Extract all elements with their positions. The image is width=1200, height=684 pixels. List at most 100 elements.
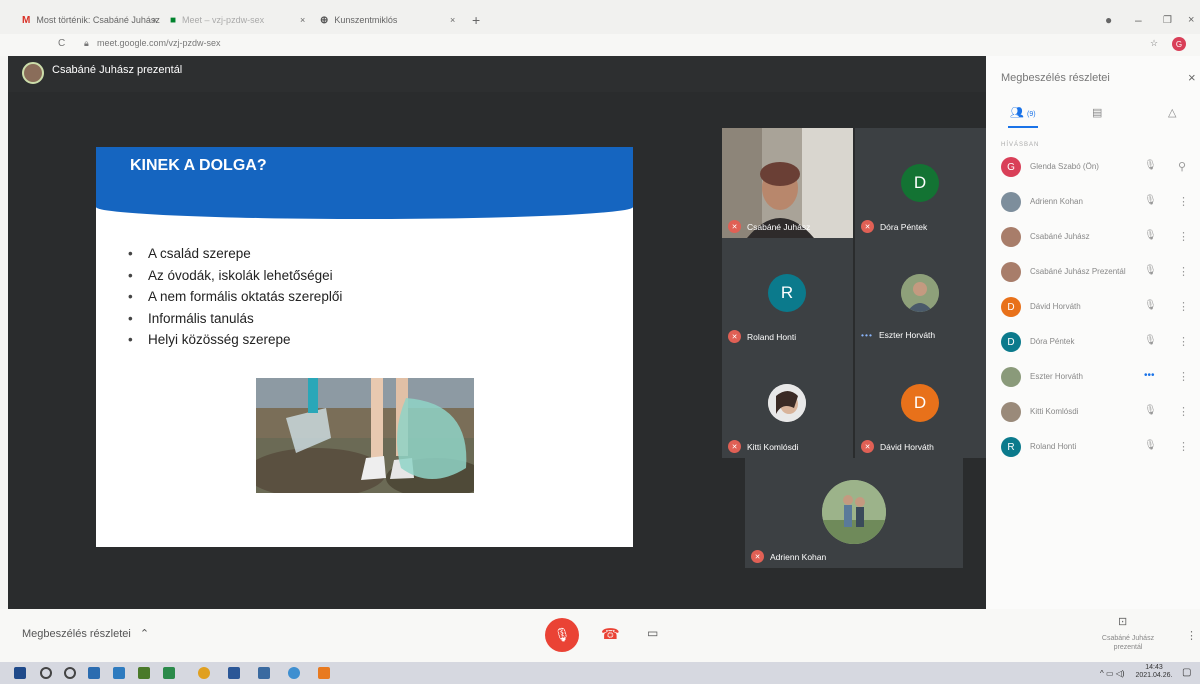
mic-off-icon: 🎙︎ xyxy=(1144,405,1157,416)
close-icon[interactable]: × xyxy=(1188,70,1196,85)
participant-tile[interactable]: ✕ Adrienn Kohan xyxy=(745,458,963,568)
slide-bullet: Helyi közösség szerepe xyxy=(128,329,342,351)
present-icon[interactable]: ⊡ xyxy=(1118,615,1127,628)
notifications-icon[interactable]: ▢ xyxy=(1182,667,1191,678)
profile-avatar[interactable]: G xyxy=(1172,37,1186,51)
slide-bullet: A család szerepe xyxy=(128,243,342,265)
app-icon[interactable] xyxy=(113,667,125,679)
tab-label: Meet – vzj-pzdw-sex xyxy=(182,15,265,25)
participant-photo xyxy=(768,384,806,422)
tray-icons[interactable]: ^ ▭ ◁) xyxy=(1100,669,1125,678)
mic-off-icon: 🎙︎ xyxy=(1144,195,1157,206)
tile-name: ✕ Kitti Komlósdi xyxy=(728,440,799,453)
mic-off-icon: ✕ xyxy=(728,330,741,343)
more-options-icon[interactable]: ⋮ xyxy=(1178,370,1189,383)
app-icon[interactable] xyxy=(258,667,270,679)
url-text[interactable]: meet.google.com/vzj-pzdw-sex xyxy=(97,38,221,48)
participant-tile[interactable]: ✕ Kitti Komlósdi xyxy=(722,348,853,458)
close-icon[interactable]: × xyxy=(300,10,305,30)
participant-name: Kitti Komlósdi xyxy=(1030,407,1079,416)
slide-title: KINEK A DOLGA? xyxy=(130,157,267,174)
more-options-icon[interactable]: ⋮ xyxy=(1178,440,1189,453)
tile-name: ✕ Csabáné Juhász xyxy=(728,220,810,233)
tab-meet[interactable]: ■ Meet – vzj-pzdw-sex xyxy=(170,10,264,30)
meeting-details-toggle[interactable]: Megbeszélés részletei ⌃ xyxy=(22,627,149,640)
more-options-icon[interactable]: ⋮ xyxy=(1186,629,1197,642)
participant-name: Glenda Szabó (Ön) xyxy=(1030,162,1099,171)
mic-off-icon: 🎙︎ xyxy=(1144,160,1157,171)
more-options-icon[interactable]: ⋮ xyxy=(1178,300,1189,313)
more-options-icon[interactable]: ⋮ xyxy=(1178,335,1189,348)
cortana-icon[interactable] xyxy=(64,667,76,679)
speaking-icon: ••• xyxy=(1144,370,1155,381)
mic-off-icon: 🎙︎ xyxy=(1144,440,1157,451)
app-icon[interactable] xyxy=(88,667,100,679)
new-tab-icon[interactable]: + xyxy=(472,10,480,30)
camera-icon[interactable]: ▭ xyxy=(647,626,658,640)
tab-indicator xyxy=(1008,126,1038,128)
reload-icon[interactable]: C xyxy=(58,38,65,49)
participant-avatar xyxy=(1001,192,1021,212)
star-icon[interactable]: ☆ xyxy=(1150,38,1158,49)
slide-bullet: A nem formális oktatás szereplői xyxy=(128,286,342,308)
participant-avatar xyxy=(1001,367,1021,387)
more-options-icon[interactable]: ⋮ xyxy=(1178,405,1189,418)
participant-tile[interactable]: R ✕ Roland Honti xyxy=(722,238,853,348)
browser-tab-bar: M Most történik: Csabáné Juhász × ■ Meet… xyxy=(0,0,1200,34)
start-icon[interactable] xyxy=(14,667,26,679)
participant-tile[interactable]: ••• Eszter Horváth xyxy=(855,238,986,348)
slide-photo xyxy=(256,378,474,493)
edge-icon[interactable] xyxy=(288,667,300,679)
tab-label: Most történik: Csabáné Juhász xyxy=(36,15,160,25)
mic-off-icon: 🎙︎ xyxy=(1144,230,1157,241)
close-icon[interactable]: × xyxy=(152,10,157,30)
tile-name: ✕ Dóra Péntek xyxy=(861,220,927,233)
word-icon[interactable] xyxy=(228,667,240,679)
tile-name: ✕ Roland Honti xyxy=(728,330,796,343)
restore-icon[interactable]: ❐ xyxy=(1163,10,1172,30)
chrome-icon[interactable] xyxy=(198,667,210,679)
participant-avatar: D xyxy=(901,164,939,202)
chat-icon[interactable]: ▤ xyxy=(1092,106,1102,119)
leave-call-icon[interactable]: ☎︎ xyxy=(601,625,620,643)
participant-avatar xyxy=(1001,227,1021,247)
more-options-icon[interactable]: ⋮ xyxy=(1178,195,1189,208)
meet-icon: ■ xyxy=(170,14,177,26)
gmail-icon: M xyxy=(22,14,31,26)
mic-off-icon: 🎙︎ xyxy=(1144,335,1157,346)
slide-bullet: Az óvodák, iskolák lehetőségei xyxy=(128,265,342,287)
more-options-icon[interactable]: ⋮ xyxy=(1178,230,1189,243)
mic-off-icon: ✕ xyxy=(728,220,741,233)
participant-tile[interactable]: D ✕ Dávid Horváth xyxy=(855,348,986,458)
activities-icon[interactable]: △ xyxy=(1168,106,1176,119)
search-icon[interactable] xyxy=(40,667,52,679)
tab-people[interactable]: 👥︎ (9) xyxy=(1010,106,1036,119)
app-icon[interactable] xyxy=(138,667,150,679)
window-close-icon[interactable]: × xyxy=(1188,10,1194,30)
meeting-details-panel: Megbeszélés részletei × 👥︎ (9) ▤ △ HÍVÁS… xyxy=(986,56,1200,609)
slide-bullet: Informális tanulás xyxy=(128,308,342,330)
participant-avatar xyxy=(1001,262,1021,282)
more-options-icon[interactable]: ⋮ xyxy=(1178,265,1189,278)
taskbar xyxy=(0,662,1200,684)
app-icon[interactable] xyxy=(318,667,330,679)
participant-name: Csabáné Juhász xyxy=(1030,232,1090,241)
clock[interactable]: 14:43 2021.04.26. xyxy=(1134,664,1174,680)
minimize-icon[interactable]: – xyxy=(1135,10,1142,30)
people-icon: 👥︎ xyxy=(1010,107,1024,119)
mic-toggle-button[interactable]: 🎙︎ xyxy=(545,618,579,652)
globe-icon: ⊕ xyxy=(320,14,329,26)
participant-avatar: R xyxy=(1001,437,1021,457)
participant-avatar xyxy=(1001,402,1021,422)
participant-tile[interactable]: D ✕ Dóra Péntek xyxy=(855,128,986,238)
app-icon[interactable] xyxy=(163,667,175,679)
participant-avatar: D xyxy=(1001,332,1021,352)
participant-tile[interactable]: ✕ Csabáné Juhász xyxy=(722,128,853,238)
close-icon[interactable]: × xyxy=(450,10,455,30)
tab-kunszentmiklos[interactable]: ⊕ Kunszentmiklós xyxy=(320,10,397,30)
section-label: HÍVÁSBAN xyxy=(1001,142,1040,148)
pin-icon[interactable]: ⚲ xyxy=(1178,160,1186,173)
tab-gmail[interactable]: M Most történik: Csabáné Juhász xyxy=(22,10,160,30)
participant-avatar: D xyxy=(901,384,939,422)
slide-bullet-list: A család szerepe Az óvodák, iskolák lehe… xyxy=(128,243,342,351)
